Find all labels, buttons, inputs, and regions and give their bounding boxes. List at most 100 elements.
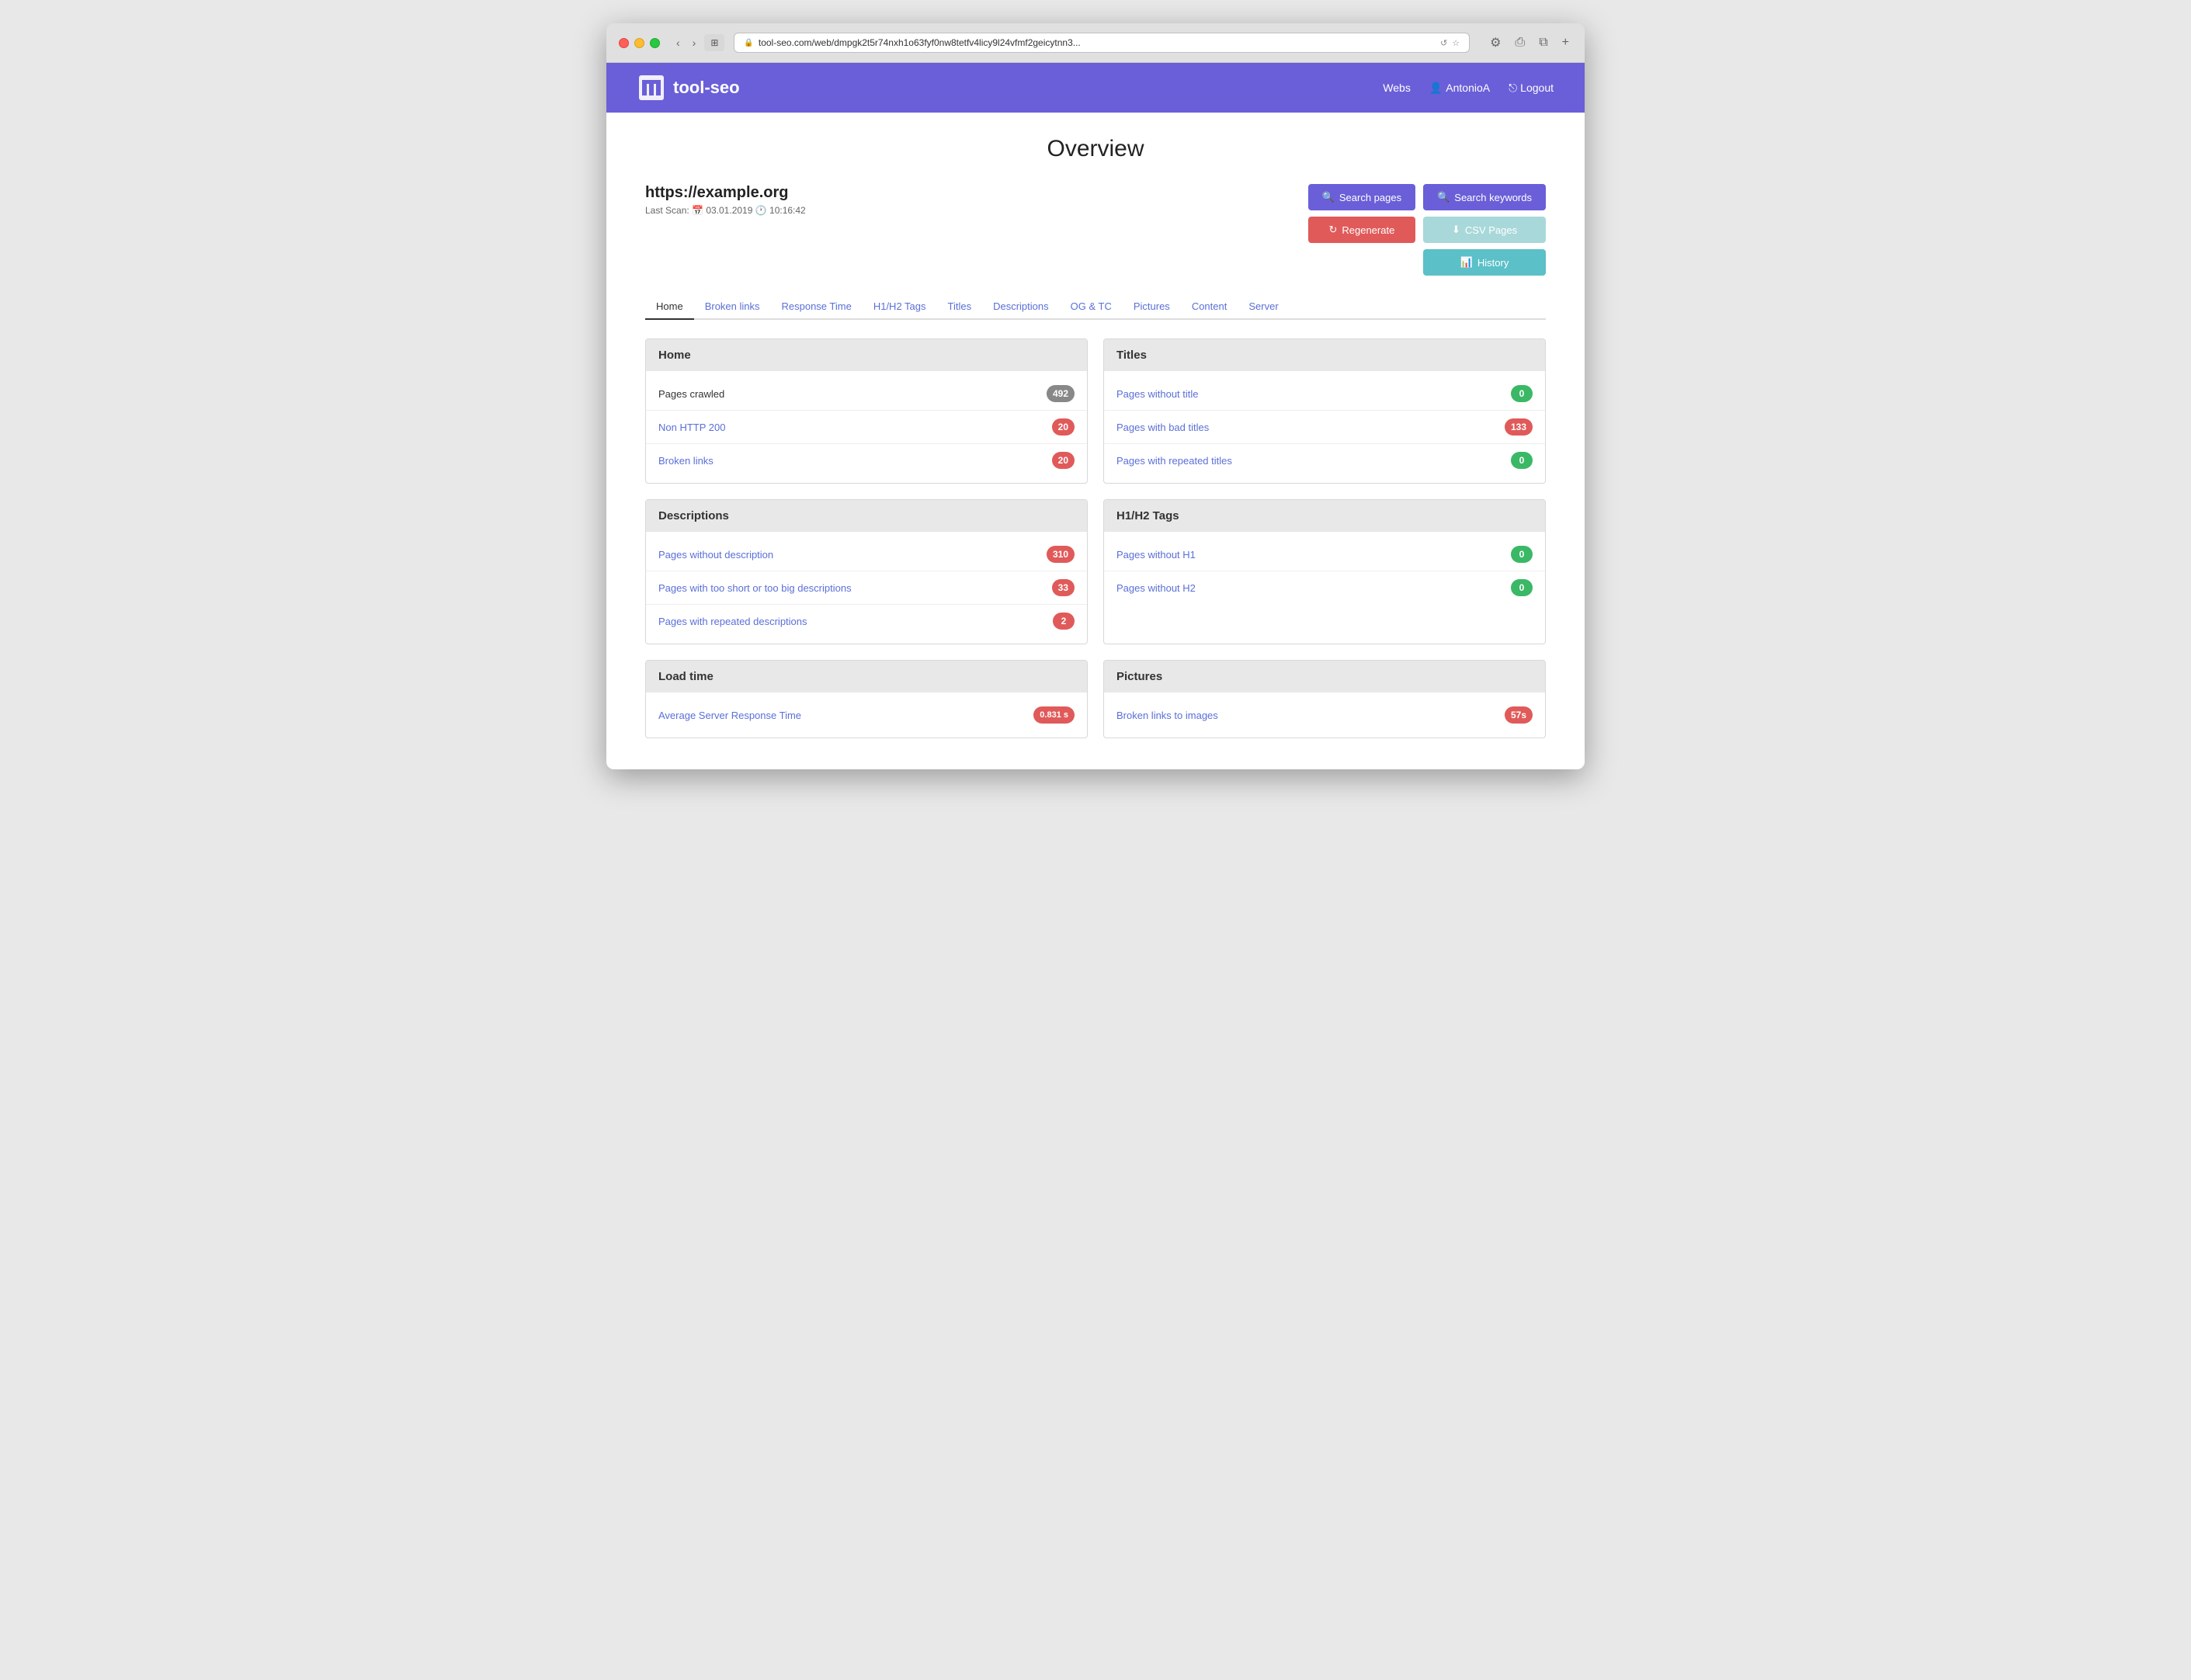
table-row[interactable]: Average Server Response Time 0.831 s [646,699,1087,731]
search-kw-icon: 🔍 [1437,191,1450,203]
search-pages-label: Search pages [1339,192,1401,203]
tab-server[interactable]: Server [1238,294,1289,318]
logout-link[interactable]: ⎋ Logout [1509,82,1554,95]
table-row[interactable]: Non HTTP 200 20 [646,411,1087,444]
pages-short-desc-badge: 33 [1052,579,1075,596]
pictures-card-header: Pictures [1104,661,1545,692]
user-icon: 👤 [1429,82,1443,95]
non-http-label: Non HTTP 200 [658,422,725,433]
pages-repeated-titles-label: Pages with repeated titles [1116,455,1232,467]
pages-without-h2-label: Pages without H2 [1116,582,1196,594]
tab-h1h2-tags[interactable]: H1/H2 Tags [863,294,937,318]
home-card-body: Pages crawled 492 Non HTTP 200 20 Broken… [646,371,1087,483]
regenerate-button[interactable]: ↻ Regenerate [1308,217,1415,243]
browser-urlbar[interactable]: 🔒 tool-seo.com/web/dmpgk2t5r74nxh1o63fyf… [734,33,1470,53]
table-row[interactable]: Broken links 20 [646,444,1087,477]
browser-window: ‹ › ⊞ 🔒 tool-seo.com/web/dmpgk2t5r74nxh1… [606,23,1585,769]
header-nav: Webs 👤 AntonioA ⎋ Logout [1383,82,1554,95]
browser-titlebar: ‹ › ⊞ 🔒 tool-seo.com/web/dmpgk2t5r74nxh1… [606,23,1585,63]
logo-area: tool-seo [637,74,740,102]
tab-broken-links[interactable]: Broken links [694,294,771,318]
search-keywords-button[interactable]: 🔍 Search keywords [1423,184,1546,210]
pages-without-h1-badge: 0 [1511,546,1533,563]
pages-without-title-badge: 0 [1511,385,1533,402]
pages-without-title-label: Pages without title [1116,388,1199,400]
descriptions-card: Descriptions Pages without description 3… [645,499,1088,644]
pictures-card: Pictures Broken links to images 57s [1103,660,1546,738]
forward-button[interactable]: › [689,34,700,51]
minimize-dot[interactable] [634,38,644,48]
webs-link[interactable]: Webs [1383,82,1411,94]
tab-pictures[interactable]: Pictures [1123,294,1181,318]
table-row[interactable]: Pages without description 310 [646,538,1087,571]
pages-short-desc-label: Pages with too short or too big descript… [658,582,852,594]
table-row[interactable]: Pages without title 0 [1104,377,1545,411]
broken-links-images-label: Broken links to images [1116,710,1218,721]
share-icon[interactable]: ⎙ [1512,33,1528,52]
table-row[interactable]: Pages without H1 0 [1104,538,1545,571]
tab-titles[interactable]: Titles [937,294,983,318]
table-row[interactable]: Pages with bad titles 133 [1104,411,1545,444]
table-row[interactable]: Pages with repeated titles 0 [1104,444,1545,477]
tab-response-time[interactable]: Response Time [771,294,863,318]
reload-icon[interactable]: ↺ [1440,38,1447,48]
pages-bad-titles-label: Pages with bad titles [1116,422,1209,433]
h1h2-card-header: H1/H2 Tags [1104,500,1545,532]
table-row: Pages crawled 492 [646,377,1087,411]
broken-links-images-badge: 57s [1505,706,1533,724]
tab-og-tc[interactable]: OG & TC [1060,294,1123,318]
search-pages-button[interactable]: 🔍 Search pages [1308,184,1415,210]
action-buttons: 🔍 Search pages ↻ Regenerate 🔍 Search key… [1308,184,1546,276]
loadtime-card: Load time Average Server Response Time 0… [645,660,1088,738]
last-scan-label: Last Scan: [645,205,689,216]
tab-content[interactable]: Content [1181,294,1238,318]
titles-card-header: Titles [1104,339,1545,371]
broken-links-badge: 20 [1052,452,1075,469]
action-col-left: 🔍 Search pages ↻ Regenerate [1308,184,1415,276]
csv-pages-button[interactable]: ⬇ CSV Pages [1423,217,1546,243]
browser-nav: ‹ › ⊞ [672,34,724,51]
tab-descriptions[interactable]: Descriptions [982,294,1060,318]
table-row[interactable]: Pages with repeated descriptions 2 [646,605,1087,637]
bookmark-icon[interactable]: ☆ [1452,38,1460,48]
csv-pages-label: CSV Pages [1465,224,1517,236]
site-url: https://example.org [645,184,806,202]
logo-text: tool-seo [673,78,740,98]
settings-icon[interactable]: ⚙ [1487,33,1504,52]
maximize-dot[interactable] [650,38,660,48]
pages-repeated-titles-badge: 0 [1511,452,1533,469]
download-icon: ⬇ [1452,224,1460,236]
tab-home[interactable]: Home [645,294,694,320]
pages-without-desc-badge: 310 [1047,546,1075,563]
window-icon[interactable]: ⧉ [1536,33,1550,52]
pages-bad-titles-badge: 133 [1505,418,1533,436]
pages-without-desc-label: Pages without description [658,549,773,561]
history-button[interactable]: 📊 History [1423,249,1546,276]
pages-crawled-label: Pages crawled [658,388,724,400]
home-card-header: Home [646,339,1087,371]
close-dot[interactable] [619,38,629,48]
site-info: https://example.org Last Scan: 📅 03.01.2… [645,184,806,216]
h1h2-card-body: Pages without H1 0 Pages without H2 0 [1104,532,1545,610]
user-link[interactable]: 👤 AntonioA [1429,82,1490,95]
scan-date: 03.01.2019 [706,205,752,216]
table-row[interactable]: Pages without H2 0 [1104,571,1545,604]
table-row[interactable]: Pages with too short or too big descript… [646,571,1087,605]
h1h2-card: H1/H2 Tags Pages without H1 0 Pages with… [1103,499,1546,644]
action-col-right: 🔍 Search keywords ⬇ CSV Pages 📊 History [1423,184,1546,276]
clock-icon: 🕐 [755,205,769,216]
url-text: tool-seo.com/web/dmpgk2t5r74nxh1o63fyf0n… [759,37,1081,48]
table-row[interactable]: Broken links to images 57s [1104,699,1545,731]
new-tab-icon[interactable]: + [1559,33,1572,52]
browser-dots [619,38,660,48]
tabs: Home Broken links Response Time H1/H2 Ta… [645,294,1546,320]
descriptions-card-header: Descriptions [646,500,1087,532]
pictures-card-body: Broken links to images 57s [1104,692,1545,738]
cards-grid: Home Pages crawled 492 Non HTTP 200 20 B… [645,338,1546,738]
loadtime-card-header: Load time [646,661,1087,692]
tab-button[interactable]: ⊞ [704,34,724,51]
username: AntonioA [1446,82,1490,94]
back-button[interactable]: ‹ [672,34,684,51]
browser-toolbar-right: ⚙ ⎙ ⧉ + [1487,33,1572,52]
main-content: Overview https://example.org Last Scan: … [606,113,1585,769]
